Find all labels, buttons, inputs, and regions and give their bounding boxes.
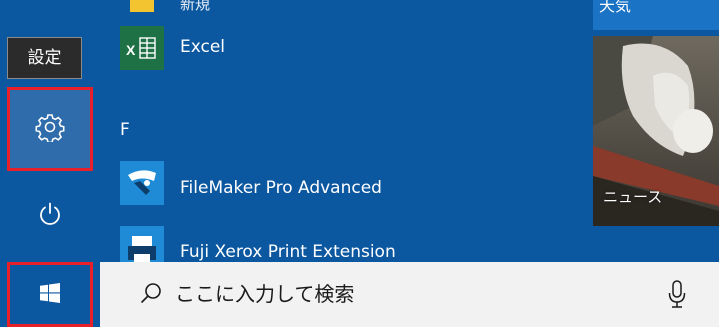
start-menu-rail: 設定 [0, 0, 100, 262]
search-box[interactable] [100, 262, 719, 327]
power-button[interactable] [7, 175, 93, 257]
new-item-label[interactable]: 新規 [180, 0, 210, 14]
weather-tile[interactable]: 天気 [593, 0, 719, 30]
app-item-filemaker[interactable]: FileMaker Pro Advanced [180, 178, 382, 198]
settings-button[interactable] [7, 87, 93, 171]
start-button[interactable] [7, 262, 93, 327]
new-item-icon [120, 0, 164, 14]
printer-icon [120, 226, 164, 262]
search-input[interactable] [175, 274, 645, 314]
app-item-excel[interactable]: Excel [180, 37, 225, 57]
svg-text:X: X [126, 42, 136, 58]
news-tile[interactable]: ニュース [593, 36, 719, 226]
news-tile-label: ニュース [603, 188, 663, 206]
excel-icon: X [120, 26, 164, 70]
power-icon [37, 201, 63, 231]
app-item-fujixerox[interactable]: Fuji Xerox Print Extension [180, 242, 396, 262]
filemaker-icon [120, 161, 164, 205]
microphone-icon[interactable] [668, 280, 686, 312]
group-header-f[interactable]: F [120, 120, 130, 140]
windows-logo-icon [40, 282, 60, 307]
app-list: 新規 X Excel F FileMaker Pro Advanced Fuji… [100, 0, 590, 262]
gear-icon [35, 112, 65, 146]
weather-tile-label: 天気 [599, 0, 632, 15]
live-tiles: 天気 ニュース [590, 0, 719, 262]
search-icon [140, 282, 162, 308]
settings-tooltip: 設定 [7, 37, 82, 79]
taskbar [0, 262, 719, 327]
